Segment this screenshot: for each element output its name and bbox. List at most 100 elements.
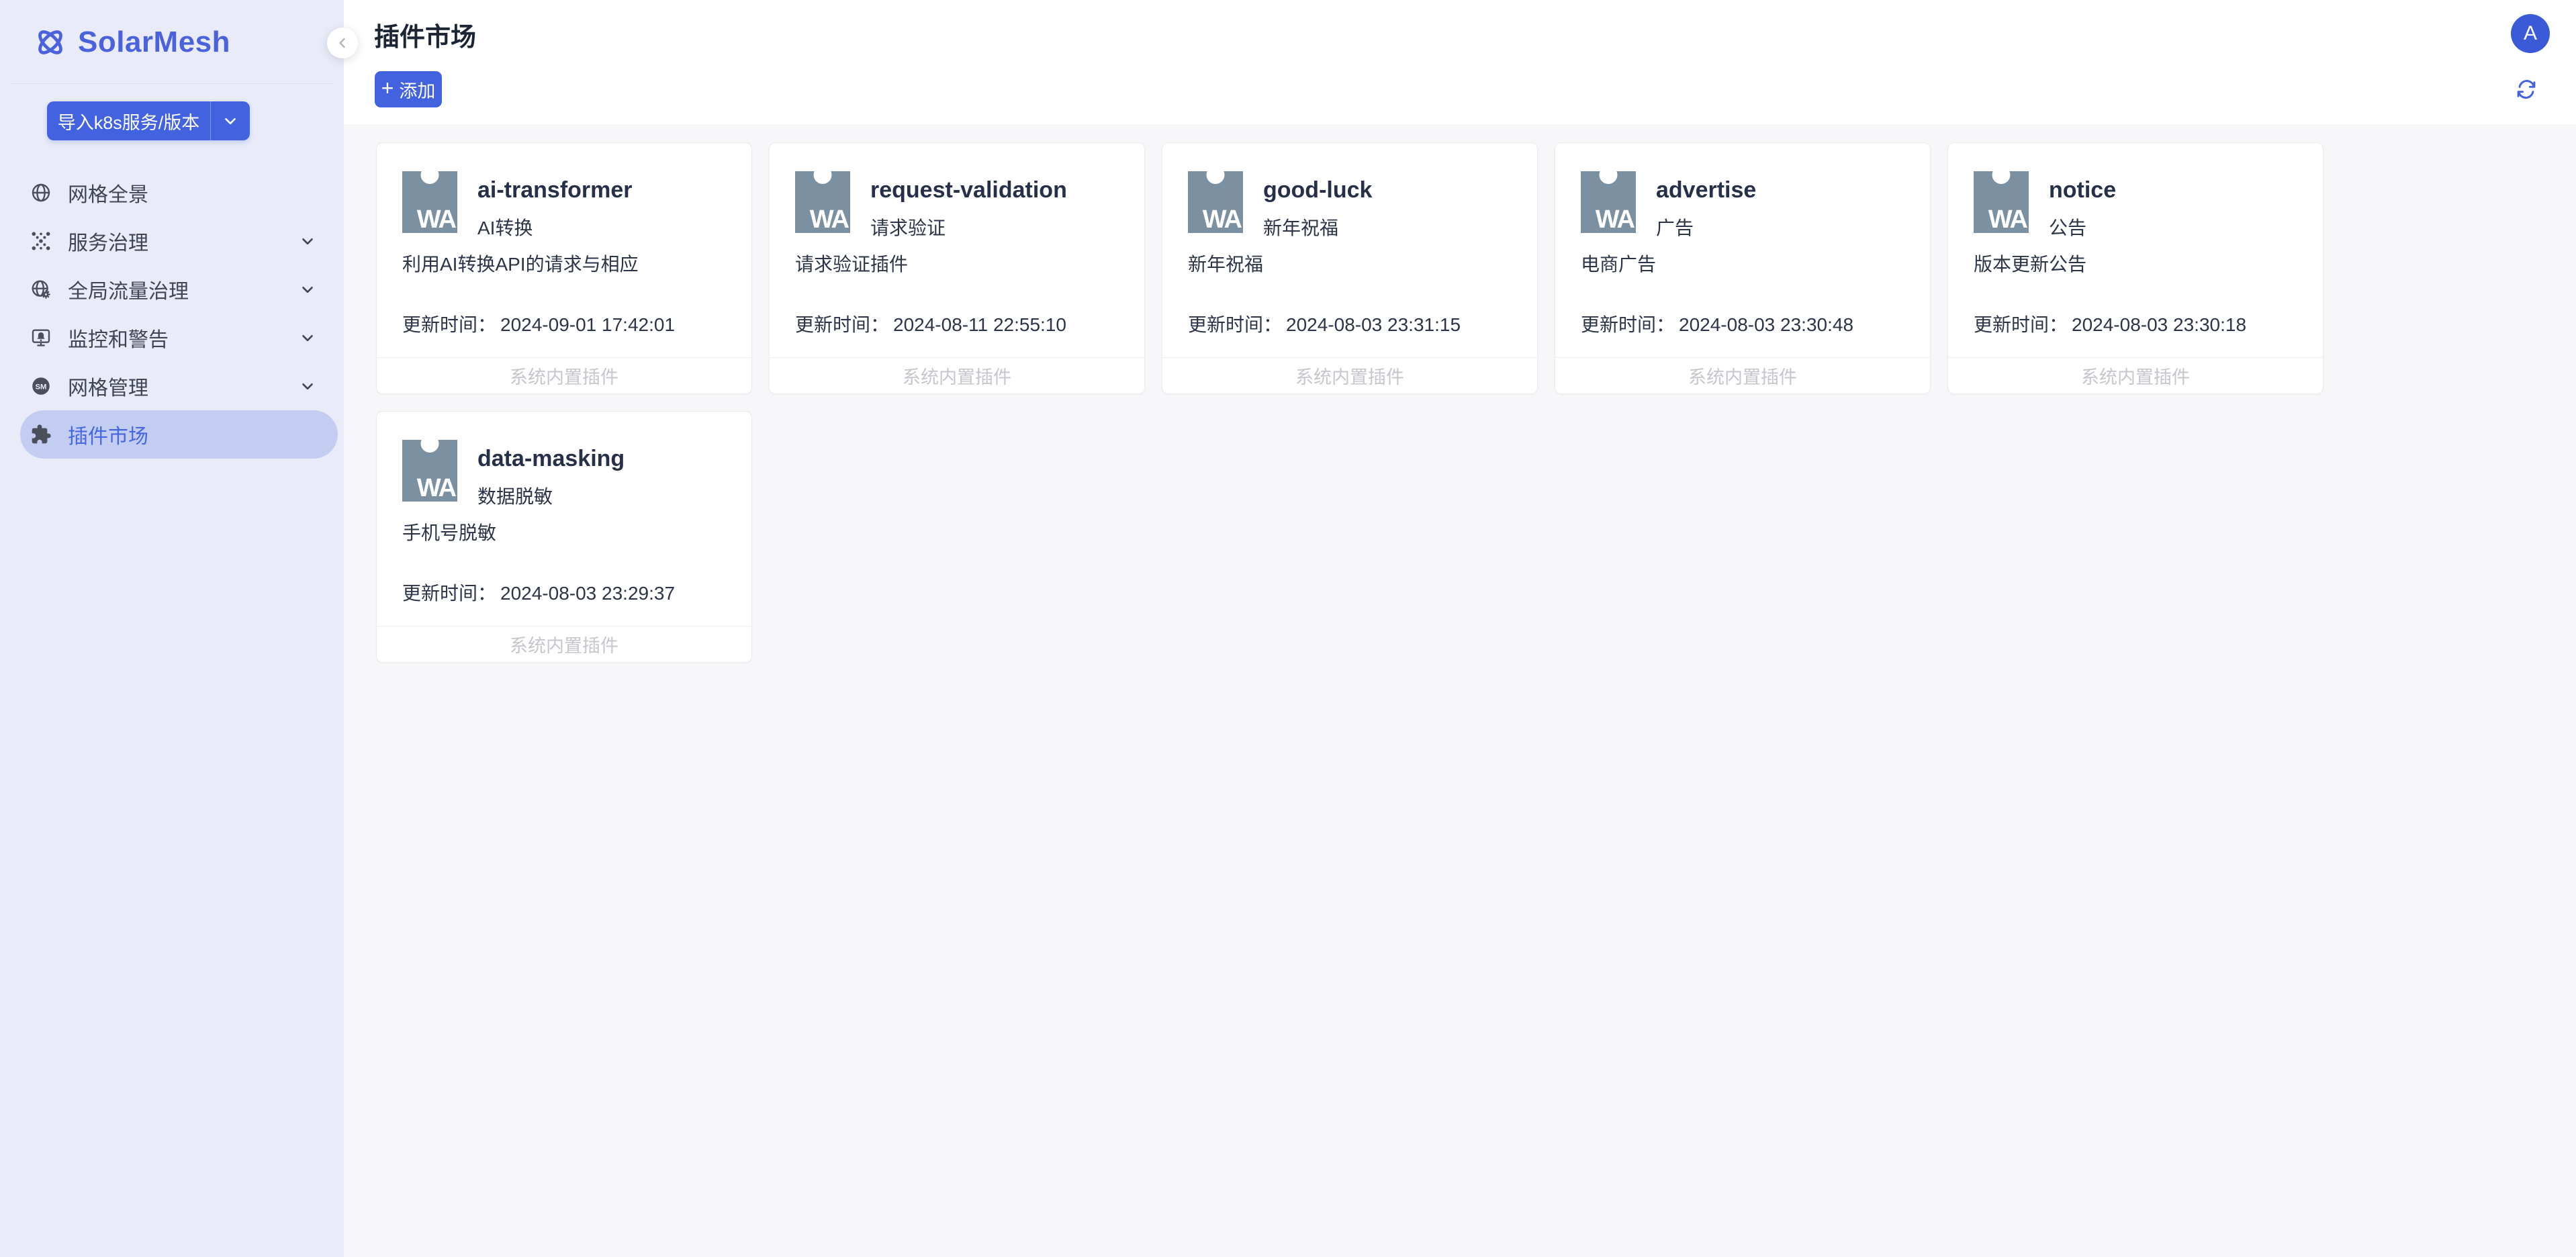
puzzle-icon <box>30 424 52 445</box>
plugin-alias: AI转换 <box>477 218 633 238</box>
sidebar-item-service-governance[interactable]: 服务治理 <box>20 217 338 265</box>
chevron-down-icon[interactable] <box>211 112 250 130</box>
plugin-updated-row: 更新时间： 2024-09-01 17:42:01 <box>402 310 726 337</box>
plugin-card-body: WA ai-transformer AI转换 利用AI转换API的请求与相应 更… <box>377 143 751 357</box>
plugin-name: notice <box>2049 178 2116 202</box>
plugin-name: ai-transformer <box>477 178 633 202</box>
updated-value: 2024-08-03 23:30:48 <box>1679 314 1853 336</box>
plugin-name: data-masking <box>477 447 625 471</box>
page-header: 插件市场 + 添加 A <box>344 0 2576 124</box>
sidebar-item-label: 网格管理 <box>68 371 148 401</box>
updated-value: 2024-08-03 23:31:15 <box>1286 314 1461 336</box>
add-plugin-button[interactable]: + 添加 <box>375 71 442 107</box>
updated-label: 更新时间： <box>402 579 496 606</box>
chevron-down-icon <box>299 329 316 346</box>
plugin-card-body: WA request-validation 请求验证 请求验证插件 更新时间： … <box>770 143 1144 357</box>
solarmesh-logo-icon <box>34 26 67 59</box>
updated-label: 更新时间： <box>795 310 889 337</box>
updated-value: 2024-08-03 23:29:37 <box>500 583 675 604</box>
wasm-icon-notch <box>1207 166 1225 184</box>
wasm-plugin-icon: WA <box>1581 171 1636 233</box>
sidebar-item-monitoring-alerts[interactable]: 监控和警告 <box>20 314 338 362</box>
wasm-icon-notch <box>421 434 439 453</box>
builtin-plugin-badge: 系统内置插件 <box>2081 363 2190 389</box>
plugin-card-body: WA advertise 广告 电商广告 更新时间： 2024-08-03 23… <box>1555 143 1930 357</box>
updated-label: 更新时间： <box>1581 310 1675 337</box>
plugin-card-ai-transformer[interactable]: WA ai-transformer AI转换 利用AI转换API的请求与相应 更… <box>376 142 752 394</box>
wasm-plugin-icon: WA <box>402 171 457 233</box>
wasm-icon-notch <box>814 166 832 184</box>
sm-badge-icon: SM <box>30 375 52 397</box>
sidebar-menu: 网格全景 服务治理 全局流量治理 监控和警告 SM 网格管理 插件市场 <box>0 169 344 459</box>
globe-icon <box>30 182 52 203</box>
plugin-card-body: WA data-masking 数据脱敏 手机号脱敏 更新时间： 2024-08… <box>377 412 751 626</box>
plugin-updated-row: 更新时间： 2024-08-03 23:29:37 <box>402 579 726 606</box>
chevron-left-icon <box>334 35 351 51</box>
updated-label: 更新时间： <box>1188 310 1282 337</box>
plugin-card-good-luck[interactable]: WA good-luck 新年祝福 新年祝福 更新时间： 2024-08-03 … <box>1162 142 1538 394</box>
sidebar-item-label: 全局流量治理 <box>68 275 189 304</box>
plugin-updated-row: 更新时间： 2024-08-03 23:30:48 <box>1581 310 1904 337</box>
plugin-card-footer: 系统内置插件 <box>770 357 1144 393</box>
avatar[interactable]: A <box>2511 14 2550 53</box>
wasm-plugin-icon: WA <box>1974 171 2029 233</box>
plugin-card-data-masking[interactable]: WA data-masking 数据脱敏 手机号脱敏 更新时间： 2024-08… <box>376 411 752 663</box>
import-button-row: 导入k8s服务/版本 <box>0 84 344 140</box>
globe-gear-icon <box>30 279 52 300</box>
plugin-description: 新年祝福 <box>1188 253 1512 276</box>
plugin-name: good-luck <box>1263 178 1372 202</box>
plugin-card-body: WA good-luck 新年祝福 新年祝福 更新时间： 2024-08-03 … <box>1162 143 1537 357</box>
plugin-alias: 广告 <box>1656 218 1756 238</box>
plugin-alias: 请求验证 <box>870 218 1067 238</box>
sidebar-item-label: 插件市场 <box>68 420 148 449</box>
sidebar-item-label: 服务治理 <box>68 226 148 256</box>
import-k8s-button[interactable]: 导入k8s服务/版本 <box>47 101 250 140</box>
wasm-plugin-icon: WA <box>402 440 457 502</box>
chevron-down-icon <box>299 377 316 395</box>
plugin-card-notice[interactable]: WA notice 公告 版本更新公告 更新时间： 2024-08-03 23:… <box>1947 142 2324 394</box>
app-title: SolarMesh <box>78 26 230 59</box>
wasm-icon-notch <box>1992 166 2011 184</box>
page-title: 插件市场 <box>374 24 476 52</box>
plugin-card-body: WA notice 公告 版本更新公告 更新时间： 2024-08-03 23:… <box>1948 143 2323 357</box>
wasm-icon-label: WA <box>417 475 455 501</box>
sidebar-item-mesh-management[interactable]: SM 网格管理 <box>20 362 338 410</box>
sidebar-item-mesh-overview[interactable]: 网格全景 <box>20 169 338 217</box>
builtin-plugin-badge: 系统内置插件 <box>510 631 618 657</box>
svg-text:SM: SM <box>36 383 47 391</box>
wasm-plugin-icon: WA <box>795 171 850 233</box>
wasm-icon-label: WA <box>417 207 455 232</box>
plugin-card-footer: 系统内置插件 <box>377 357 751 393</box>
wasm-icon-label: WA <box>1203 207 1241 232</box>
plugin-card-advertise[interactable]: WA advertise 广告 电商广告 更新时间： 2024-08-03 23… <box>1555 142 1931 394</box>
import-k8s-button-label: 导入k8s服务/版本 <box>47 108 210 134</box>
sidebar: SolarMesh 导入k8s服务/版本 网格全景 服务治理 全局流量治理 监控… <box>0 0 344 1257</box>
plugin-card-footer: 系统内置插件 <box>1162 357 1537 393</box>
updated-value: 2024-09-01 17:42:01 <box>500 314 675 336</box>
sidebar-item-global-traffic[interactable]: 全局流量治理 <box>20 265 338 314</box>
plugin-description: 电商广告 <box>1581 253 1904 276</box>
builtin-plugin-badge: 系统内置插件 <box>1295 363 1404 389</box>
sidebar-collapse-button[interactable] <box>327 28 358 58</box>
plugin-description: 请求验证插件 <box>795 253 1119 276</box>
plugin-alias: 新年祝福 <box>1263 218 1372 238</box>
plugin-updated-row: 更新时间： 2024-08-03 23:30:18 <box>1974 310 2297 337</box>
sidebar-item-label: 网格全景 <box>68 178 148 207</box>
wasm-icon-notch <box>421 166 439 184</box>
plugin-description: 版本更新公告 <box>1974 253 2297 276</box>
app-logo: SolarMesh <box>12 0 332 84</box>
monitor-alert-icon <box>30 327 52 348</box>
plugin-description: 手机号脱敏 <box>402 522 726 545</box>
plugin-description: 利用AI转换API的请求与相应 <box>402 253 726 276</box>
plugin-card-footer: 系统内置插件 <box>377 626 751 662</box>
sidebar-item-plugin-market[interactable]: 插件市场 <box>20 410 338 459</box>
plugin-card-request-validation[interactable]: WA request-validation 请求验证 请求验证插件 更新时间： … <box>769 142 1145 394</box>
updated-label: 更新时间： <box>1974 310 2068 337</box>
plugin-grid: WA ai-transformer AI转换 利用AI转换API的请求与相应 更… <box>376 142 2324 663</box>
mesh-dots-icon <box>30 230 52 252</box>
sidebar-item-label: 监控和警告 <box>68 323 169 353</box>
plus-icon: + <box>381 77 394 99</box>
updated-label: 更新时间： <box>402 310 496 337</box>
wasm-icon-label: WA <box>1988 207 2027 232</box>
refresh-icon[interactable] <box>2515 78 2538 101</box>
